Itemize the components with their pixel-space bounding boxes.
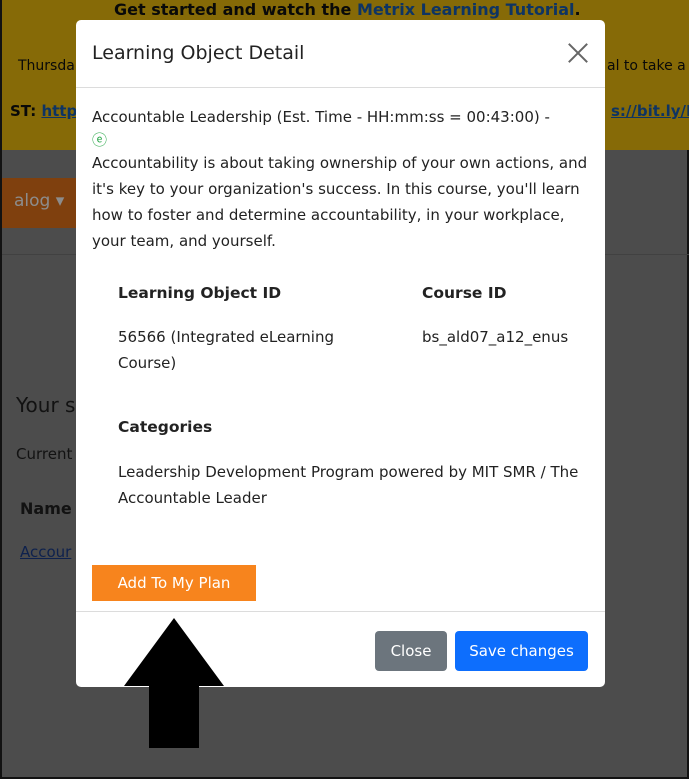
e-learning-icon: ⓔ: [92, 131, 108, 149]
modal-body: Accountable Leadership (Est. Time - HH:m…: [76, 88, 605, 550]
course-description: Accountability is about taking ownership…: [92, 154, 588, 250]
learning-object-id-value: 56566 (Integrated eLearning Course): [118, 328, 335, 372]
categories-label: Categories: [118, 418, 213, 436]
learning-object-id-label: Learning Object ID: [118, 284, 282, 302]
annotation-arrow-icon: [124, 618, 224, 748]
modal-header: Learning Object Detail: [76, 20, 605, 88]
save-changes-button[interactable]: Save changes: [455, 631, 588, 671]
course-id-label: Course ID: [422, 284, 507, 302]
learning-object-detail-modal: Learning Object Detail Accountable Leade…: [76, 20, 605, 687]
detail-grid: Learning Object ID Course ID 56566 (Inte…: [92, 280, 589, 550]
add-to-my-plan-button[interactable]: Add To My Plan: [92, 565, 256, 601]
modal-title: Learning Object Detail: [92, 42, 305, 64]
course-title: Accountable Leadership (Est. Time - HH:m…: [92, 108, 550, 126]
categories-value: Leadership Development Program powered b…: [118, 463, 579, 507]
close-icon[interactable]: [565, 40, 591, 66]
course-id-value: bs_ald07_a12_enus: [422, 328, 569, 346]
close-button[interactable]: Close: [375, 631, 447, 671]
